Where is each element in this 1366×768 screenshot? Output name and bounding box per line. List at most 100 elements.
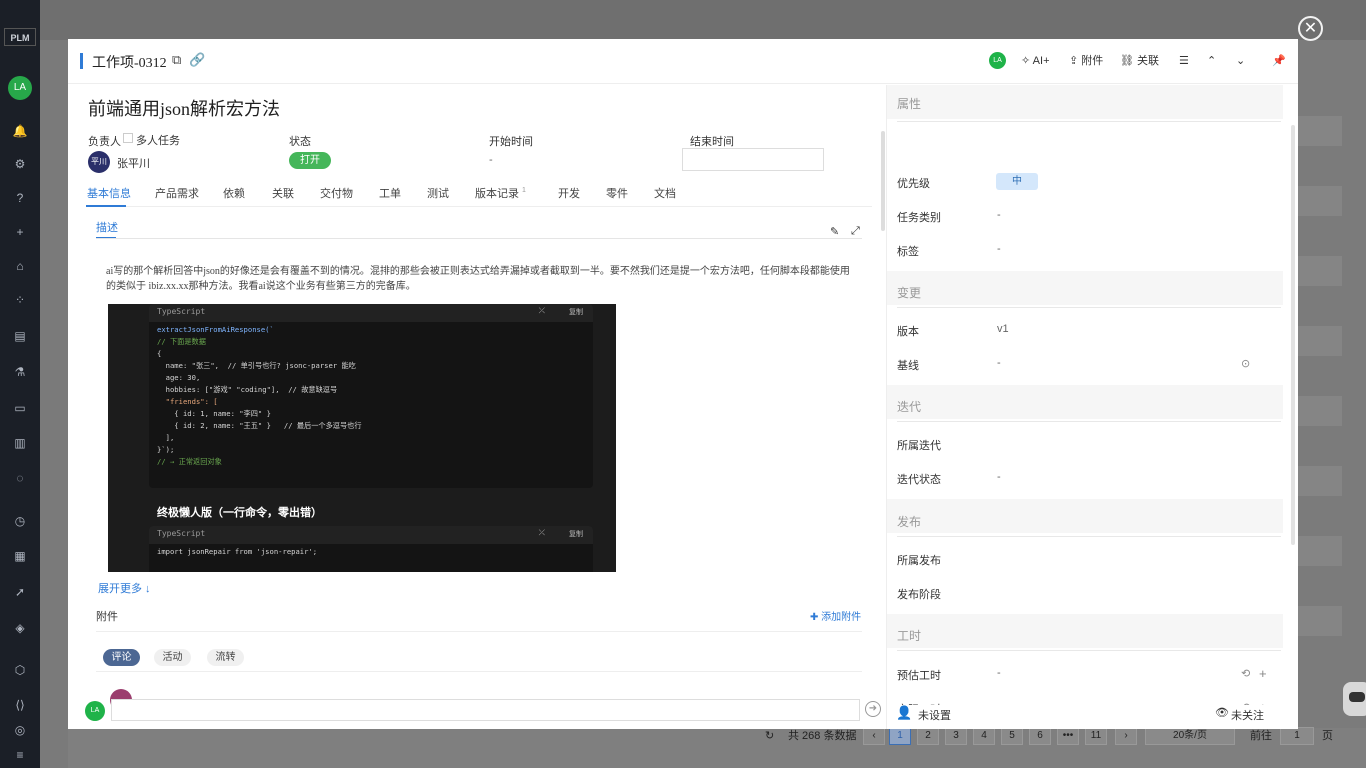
plus-icon[interactable]: + [1259, 666, 1267, 681]
tab-description[interactable]: 描述 [96, 219, 118, 235]
scrollbar[interactable] [881, 131, 885, 231]
divider [897, 536, 1281, 537]
status-badge[interactable]: 打开 [289, 152, 331, 169]
tab-label: 基本信息 [87, 188, 131, 200]
chart-icon[interactable]: ▥ [0, 433, 40, 453]
comment-input[interactable] [111, 699, 860, 721]
history-icon[interactable]: ⟲ [1241, 667, 1250, 680]
tab-relations[interactable]: 关联 [272, 185, 294, 201]
plugin-icon[interactable]: ◈ [0, 618, 40, 638]
add-attachment-button[interactable]: ✚ 添加附件 [810, 608, 861, 623]
report-icon[interactable]: ▦ [0, 546, 40, 566]
gear-icon[interactable]: ⚙ [0, 154, 40, 174]
assistant-robot-icon[interactable] [1343, 682, 1366, 716]
divider [897, 307, 1281, 308]
tab-comments[interactable]: 评论 [103, 649, 140, 666]
tab-documents[interactable]: 文档 [654, 185, 676, 201]
end-time-input[interactable] [682, 148, 824, 171]
background-row [1298, 396, 1342, 426]
code-line: age: 30, [157, 373, 201, 382]
task-type-value[interactable]: - [997, 209, 1001, 221]
background-row [1298, 536, 1342, 566]
clock-icon[interactable]: ◷ [0, 511, 40, 531]
unset-label[interactable]: 未设置 [918, 707, 951, 723]
help-icon[interactable]: ? [0, 188, 40, 208]
unfollow-label[interactable]: 未关注 [1231, 707, 1264, 723]
pager-next[interactable]: › [1115, 727, 1137, 745]
settings-icon[interactable]: ◎ [0, 720, 40, 740]
tab-version-history[interactable]: 版本记录 1 [475, 185, 526, 201]
tab-tickets[interactable]: 工单 [379, 185, 401, 201]
chat-icon[interactable]: ◌ [0, 468, 40, 488]
chevron-down-icon[interactable]: ⌄ [1236, 53, 1245, 69]
book-icon[interactable]: ▭ [0, 398, 40, 418]
add-user-icon[interactable]: 👤 [896, 705, 912, 721]
tab-parts[interactable]: 零件 [606, 185, 628, 201]
bell-icon[interactable]: 🔔 [0, 121, 40, 141]
cube-icon[interactable]: ⬡ [0, 660, 40, 680]
tab-flow[interactable]: 流转 [207, 649, 244, 666]
pager-page[interactable]: 4 [973, 727, 995, 745]
test-icon[interactable]: ⚗ [0, 362, 40, 382]
header-user-avatar[interactable]: LA [989, 52, 1006, 69]
add-icon[interactable]: + [0, 222, 40, 242]
refresh-icon[interactable]: ↻ [765, 728, 774, 744]
chevron-up-icon[interactable]: ⌃ [1207, 53, 1216, 69]
assignee-avatar[interactable]: 平川 [88, 151, 110, 173]
expand-more-link[interactable]: 展开更多 ↓ [98, 580, 151, 596]
tag-value[interactable]: - [997, 243, 1001, 255]
tab-deliverables[interactable]: 交付物 [320, 185, 353, 201]
divider [96, 671, 862, 672]
tab-product-requirements[interactable]: 产品需求 [155, 185, 199, 201]
relate-button[interactable]: ⛓ 关联 [1120, 53, 1159, 69]
pager-page[interactable]: 5 [1001, 727, 1023, 745]
pager-prev[interactable]: ‹ [863, 727, 885, 745]
modal-header: 工作项-0312 ⧉ 🔗 LA ✧ AI+ ⇪ 附件 ⛓ 关联 ☰ ⌃ ⌄ 📌 [68, 39, 1298, 84]
pin-icon[interactable]: 📌 [1272, 53, 1286, 69]
expand-icon[interactable]: ⤢ [851, 225, 860, 238]
arrow-right-circle-icon[interactable]: ⊙ [1241, 357, 1250, 370]
edit-icon[interactable]: ✎ [830, 225, 839, 238]
copy-icon[interactable]: ⧉ [172, 52, 181, 68]
page-size-select[interactable]: 20条/页 [1145, 727, 1235, 745]
rocket-icon[interactable]: ➚ [0, 582, 40, 602]
priority-badge[interactable]: 中 [996, 173, 1038, 190]
pager-ellipsis[interactable]: ••• [1057, 727, 1079, 745]
pager-page[interactable]: 6 [1029, 727, 1051, 745]
apps-icon[interactable]: ⁘ [0, 290, 40, 310]
pager-page[interactable]: 11 [1085, 727, 1107, 745]
goto-input[interactable]: 1 [1280, 727, 1314, 745]
code-block: TypeScript ⤫ 复制 extractJsonFromAiRespons… [149, 304, 593, 488]
assignee-name[interactable]: 张平川 [117, 155, 150, 171]
work-item-title[interactable]: 前端通用json解析宏方法 [88, 95, 280, 121]
estimate-value[interactable]: - [997, 667, 1001, 679]
tab-label: 零件 [606, 188, 628, 200]
version-value[interactable]: v1 [997, 323, 1009, 335]
home-icon[interactable]: ⌂ [0, 256, 40, 276]
tab-activity[interactable]: 活动 [154, 649, 191, 666]
list-icon[interactable]: ☰ [1179, 53, 1189, 69]
pager-page[interactable]: 1 [889, 727, 911, 745]
attach-button[interactable]: ⇪ 附件 [1069, 53, 1103, 69]
baseline-value[interactable]: - [997, 357, 1001, 369]
iteration-status-value[interactable]: - [997, 471, 1001, 483]
eye-icon[interactable]: 👁 [1215, 706, 1229, 719]
tab-development[interactable]: 开发 [558, 185, 580, 201]
tab-basic-info[interactable]: 基本信息 [87, 185, 131, 201]
start-time-value[interactable]: - [489, 154, 493, 166]
pager-page[interactable]: 3 [945, 727, 967, 745]
menu-icon[interactable]: ≡ [0, 745, 40, 765]
tab-tests[interactable]: 测试 [427, 185, 449, 201]
ai-button[interactable]: ✧ AI+ [1021, 53, 1050, 69]
send-icon[interactable]: ➜ [865, 701, 881, 717]
link-icon[interactable]: 🔗 [189, 52, 205, 68]
multi-task-checkbox[interactable] [123, 133, 133, 143]
code-icon[interactable]: ⟨⟩ [0, 695, 40, 715]
doc-icon[interactable]: ▤ [0, 326, 40, 346]
user-avatar[interactable]: LA [8, 76, 32, 100]
close-modal-button[interactable]: ✕ [1298, 16, 1323, 41]
scrollbar[interactable] [1291, 125, 1295, 545]
background-row [1298, 326, 1342, 356]
pager-page[interactable]: 2 [917, 727, 939, 745]
tab-dependencies[interactable]: 依赖 [223, 185, 245, 201]
